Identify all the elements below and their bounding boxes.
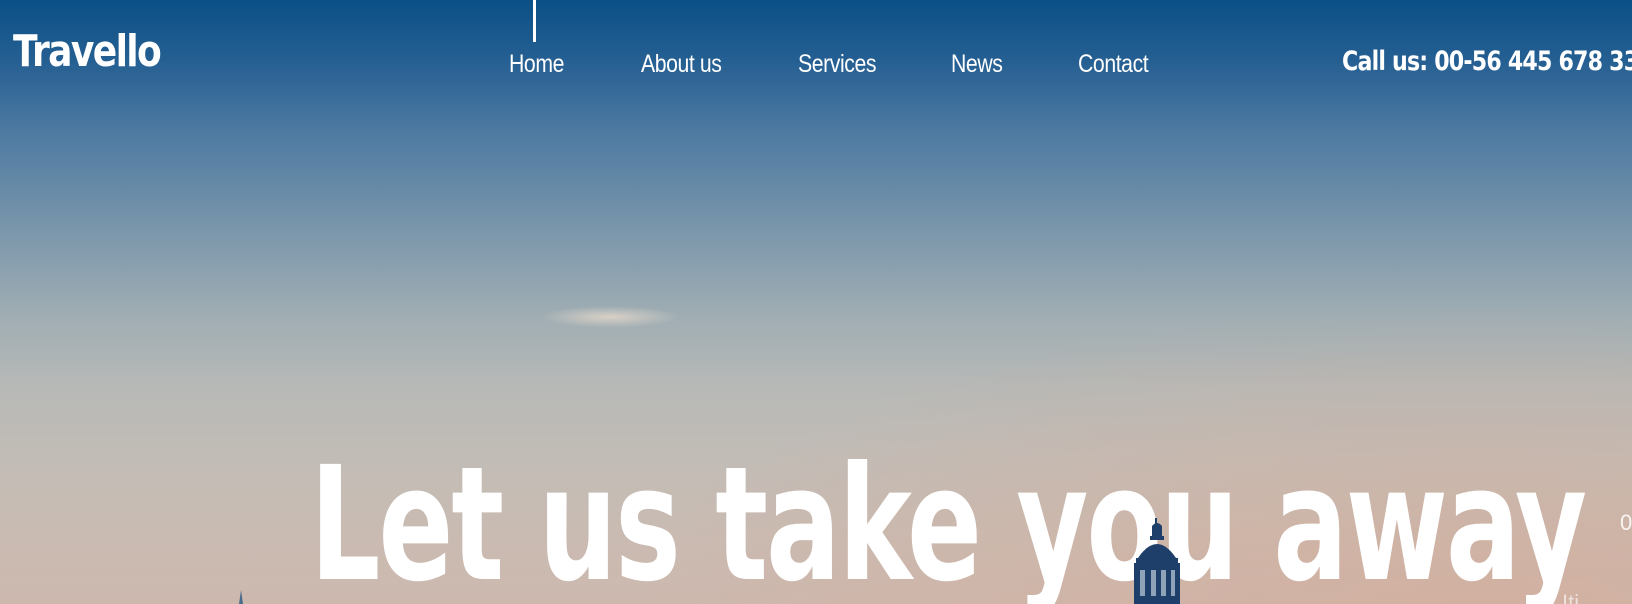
active-nav-indicator: [533, 0, 536, 42]
cloud: [540, 306, 680, 328]
nav-item-services[interactable]: Services: [798, 50, 877, 79]
dome-silhouette-icon: [1134, 518, 1180, 604]
nav-item-contact[interactable]: Contact: [1078, 50, 1149, 79]
nav-item-news[interactable]: News: [951, 50, 1003, 79]
call-us-phone[interactable]: Call us: 00-56 445 678 33: [1342, 46, 1632, 77]
nav-item-about-us[interactable]: About us: [641, 50, 722, 79]
hero-side-text-fragment: 0: [1620, 510, 1632, 535]
hero-headline: Let us take you away: [310, 432, 1587, 604]
hero-side-text-fragment-2: Iti: [1562, 590, 1580, 604]
nav-item-home[interactable]: Home: [509, 50, 564, 79]
spire-silhouette-icon: [239, 590, 243, 604]
hero-section: Travello Home About us Services News Con…: [0, 0, 1632, 604]
